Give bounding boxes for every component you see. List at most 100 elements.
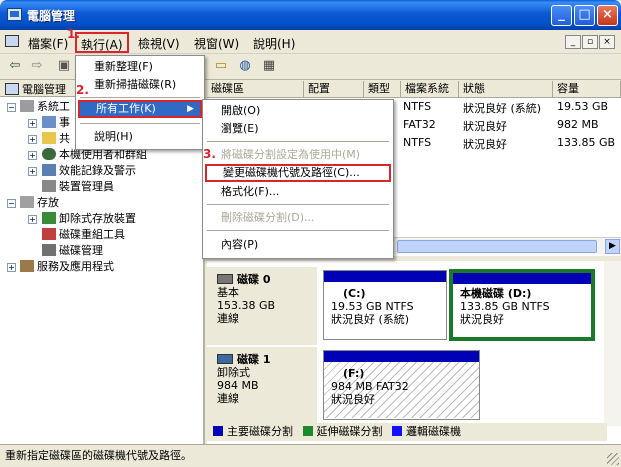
back-icon[interactable]: ⇦ — [6, 58, 24, 74]
submenu-delete-partition[interactable]: 刪除磁碟分割(D)... — [205, 209, 391, 227]
col-status[interactable]: 狀態 — [459, 81, 553, 98]
expand-toggle[interactable]: + — [28, 119, 37, 128]
scroll-right-icon[interactable]: ▶ — [605, 239, 620, 254]
menu-help[interactable]: 說明(H) — [253, 35, 295, 52]
menu-view[interactable]: 檢視(V) — [138, 35, 180, 52]
menu-file[interactable]: 檔案(F) — [28, 35, 68, 52]
removable-storage-icon — [42, 212, 56, 224]
computer-icon — [5, 83, 19, 95]
menu-window[interactable]: 視窗(W) — [194, 35, 239, 52]
computer-management-icon — [7, 8, 22, 21]
col-layout[interactable]: 配置 — [304, 81, 364, 98]
open-folder-icon[interactable]: ▭ — [212, 58, 230, 74]
collapse-toggle[interactable]: − — [7, 103, 16, 112]
menu-item-all-tasks[interactable]: 所有工作(K) ▶ — [78, 100, 202, 118]
submenu-arrow-icon: ▶ — [187, 104, 194, 114]
submenu-change-drive-letter[interactable]: 變更磁碟機代號及路徑(C)... — [205, 164, 391, 182]
forward-icon[interactable]: ⇨ — [28, 58, 46, 74]
removable-disk-icon — [217, 354, 233, 364]
menu-action[interactable]: 執行(A) — [75, 32, 129, 53]
menu-separator — [207, 230, 389, 231]
device-manager-icon — [42, 180, 56, 192]
mdi-close-button[interactable]: × — [599, 35, 615, 49]
col-volume[interactable]: 磁碟區 — [207, 81, 304, 98]
partition-d[interactable]: 本機磁碟 (D:) 133.85 GB NTFS 狀況良好 — [449, 269, 595, 341]
tree-disk-management[interactable]: 磁碟管理 — [42, 243, 103, 259]
partition-bar — [453, 273, 591, 284]
disk1-info[interactable]: 磁碟 1 卸除式 984 MB 連線 — [207, 347, 317, 425]
disk-graphical-view: 磁碟 0 基本 153.38 GB 連線 (C:) 19.53 GB NTFS … — [207, 258, 621, 444]
legend: 主要磁碟分割 延伸磁碟分割 邏輯磁碟機 — [207, 423, 607, 441]
tree-defragmenter[interactable]: 磁碟重組工具 — [42, 227, 125, 243]
expand-toggle[interactable]: + — [28, 135, 37, 144]
up-folder-icon[interactable]: ▣ — [55, 58, 73, 74]
minimize-button[interactable]: _ — [551, 5, 572, 26]
tree-performance-logs[interactable]: 效能記錄及警示 — [42, 163, 136, 179]
extended-swatch — [302, 426, 313, 436]
col-filesystem[interactable]: 檔案系統 — [401, 81, 459, 98]
performance-icon — [42, 164, 56, 176]
step-3-label: 3. — [203, 147, 216, 161]
partition-f[interactable]: (F:) 984 MB FAT32 狀況良好 — [323, 350, 480, 420]
tree-root[interactable]: 電腦管理 — [5, 82, 66, 98]
menu-item-rescan[interactable]: 重新掃描磁碟(R) — [78, 76, 202, 94]
tree-storage[interactable]: 存放 — [20, 195, 59, 211]
row1-capacity: 19.53 GB — [557, 100, 609, 113]
row3-capacity: 133.85 GB — [557, 136, 616, 149]
collapse-toggle[interactable]: − — [7, 199, 16, 208]
col-capacity[interactable]: 容量 — [553, 81, 621, 98]
expand-toggle[interactable]: + — [7, 263, 16, 272]
expand-toggle[interactable]: + — [28, 167, 37, 176]
disk-icon — [217, 274, 233, 284]
scroll-thumb[interactable] — [397, 240, 597, 253]
expand-toggle[interactable]: + — [28, 151, 37, 160]
primary-swatch — [213, 426, 223, 436]
submenu-mark-active[interactable]: 將磁碟分割設定為使用中(M) — [205, 146, 391, 164]
row3-status: 狀況良好 — [463, 138, 507, 151]
menu-separator — [80, 97, 200, 98]
tree-system-tools[interactable]: 系統工 — [20, 99, 70, 115]
partition-c[interactable]: (C:) 19.53 GB NTFS 狀況良好 (系統) — [323, 270, 447, 340]
properties-icon[interactable]: ▦ — [260, 58, 278, 74]
status-text: 重新指定磁碟區的磁碟機代號及路徑。 — [5, 449, 192, 462]
resize-grip-icon[interactable] — [607, 453, 619, 465]
search-icon[interactable]: ◍ — [236, 58, 254, 74]
shared-folder-icon — [42, 132, 56, 144]
menu-separator — [207, 204, 389, 205]
expand-toggle[interactable]: + — [28, 215, 37, 224]
submenu-properties[interactable]: 內容(P) — [205, 236, 391, 254]
col-type[interactable]: 類型 — [364, 81, 401, 98]
row2-fs: FAT32 — [403, 118, 436, 131]
maximize-button[interactable]: □ — [574, 5, 595, 26]
tools-icon — [20, 100, 34, 112]
status-bar: 重新指定磁碟區的磁碟機代號及路徑。 — [0, 444, 621, 467]
menu-bar: 檔案(F) 1. 執行(A) 檢視(V) 視窗(W) 說明(H) _ ▫ × — [0, 27, 621, 54]
event-viewer-icon — [42, 116, 56, 128]
close-button[interactable]: × — [597, 5, 618, 26]
title-bar[interactable]: 電腦管理 _ □ × — [0, 0, 621, 30]
submenu-open[interactable]: 開啟(O) — [205, 102, 391, 120]
storage-icon — [20, 196, 34, 208]
menu-item-refresh[interactable]: 重新整理(F) — [78, 58, 202, 76]
submenu-format[interactable]: 格式化(F)... — [205, 183, 391, 201]
users-icon — [42, 148, 56, 160]
menu-item-help[interactable]: 說明(H) — [78, 128, 202, 146]
console-icon[interactable] — [5, 35, 19, 47]
partition-bar — [324, 271, 446, 282]
vertical-scrollbar[interactable] — [604, 261, 621, 426]
submenu-explore[interactable]: 瀏覽(E) — [205, 120, 391, 138]
mdi-minimize-button[interactable]: _ — [565, 35, 581, 49]
logical-swatch — [392, 426, 402, 436]
step-2-label: 2. — [76, 83, 89, 97]
action-menu: 重新整理(F) 重新掃描磁碟(R) 所有工作(K) ▶ 說明(H) — [75, 55, 205, 150]
tree-shared-folders[interactable]: 共 — [42, 131, 70, 147]
row1-status: 狀況良好 (系統) — [463, 102, 542, 115]
tree-services-apps[interactable]: 服務及應用程式 — [20, 259, 114, 275]
tree-event-viewer[interactable]: 事 — [42, 115, 70, 131]
tree-removable-storage[interactable]: 卸除式存放裝置 — [42, 211, 136, 227]
row1-fs: NTFS — [403, 100, 432, 113]
row2-status: 狀況良好 — [463, 120, 507, 133]
tree-device-manager[interactable]: 裝置管理員 — [42, 179, 114, 195]
mdi-restore-button[interactable]: ▫ — [582, 35, 598, 49]
disk0-info[interactable]: 磁碟 0 基本 153.38 GB 連線 — [207, 267, 317, 345]
